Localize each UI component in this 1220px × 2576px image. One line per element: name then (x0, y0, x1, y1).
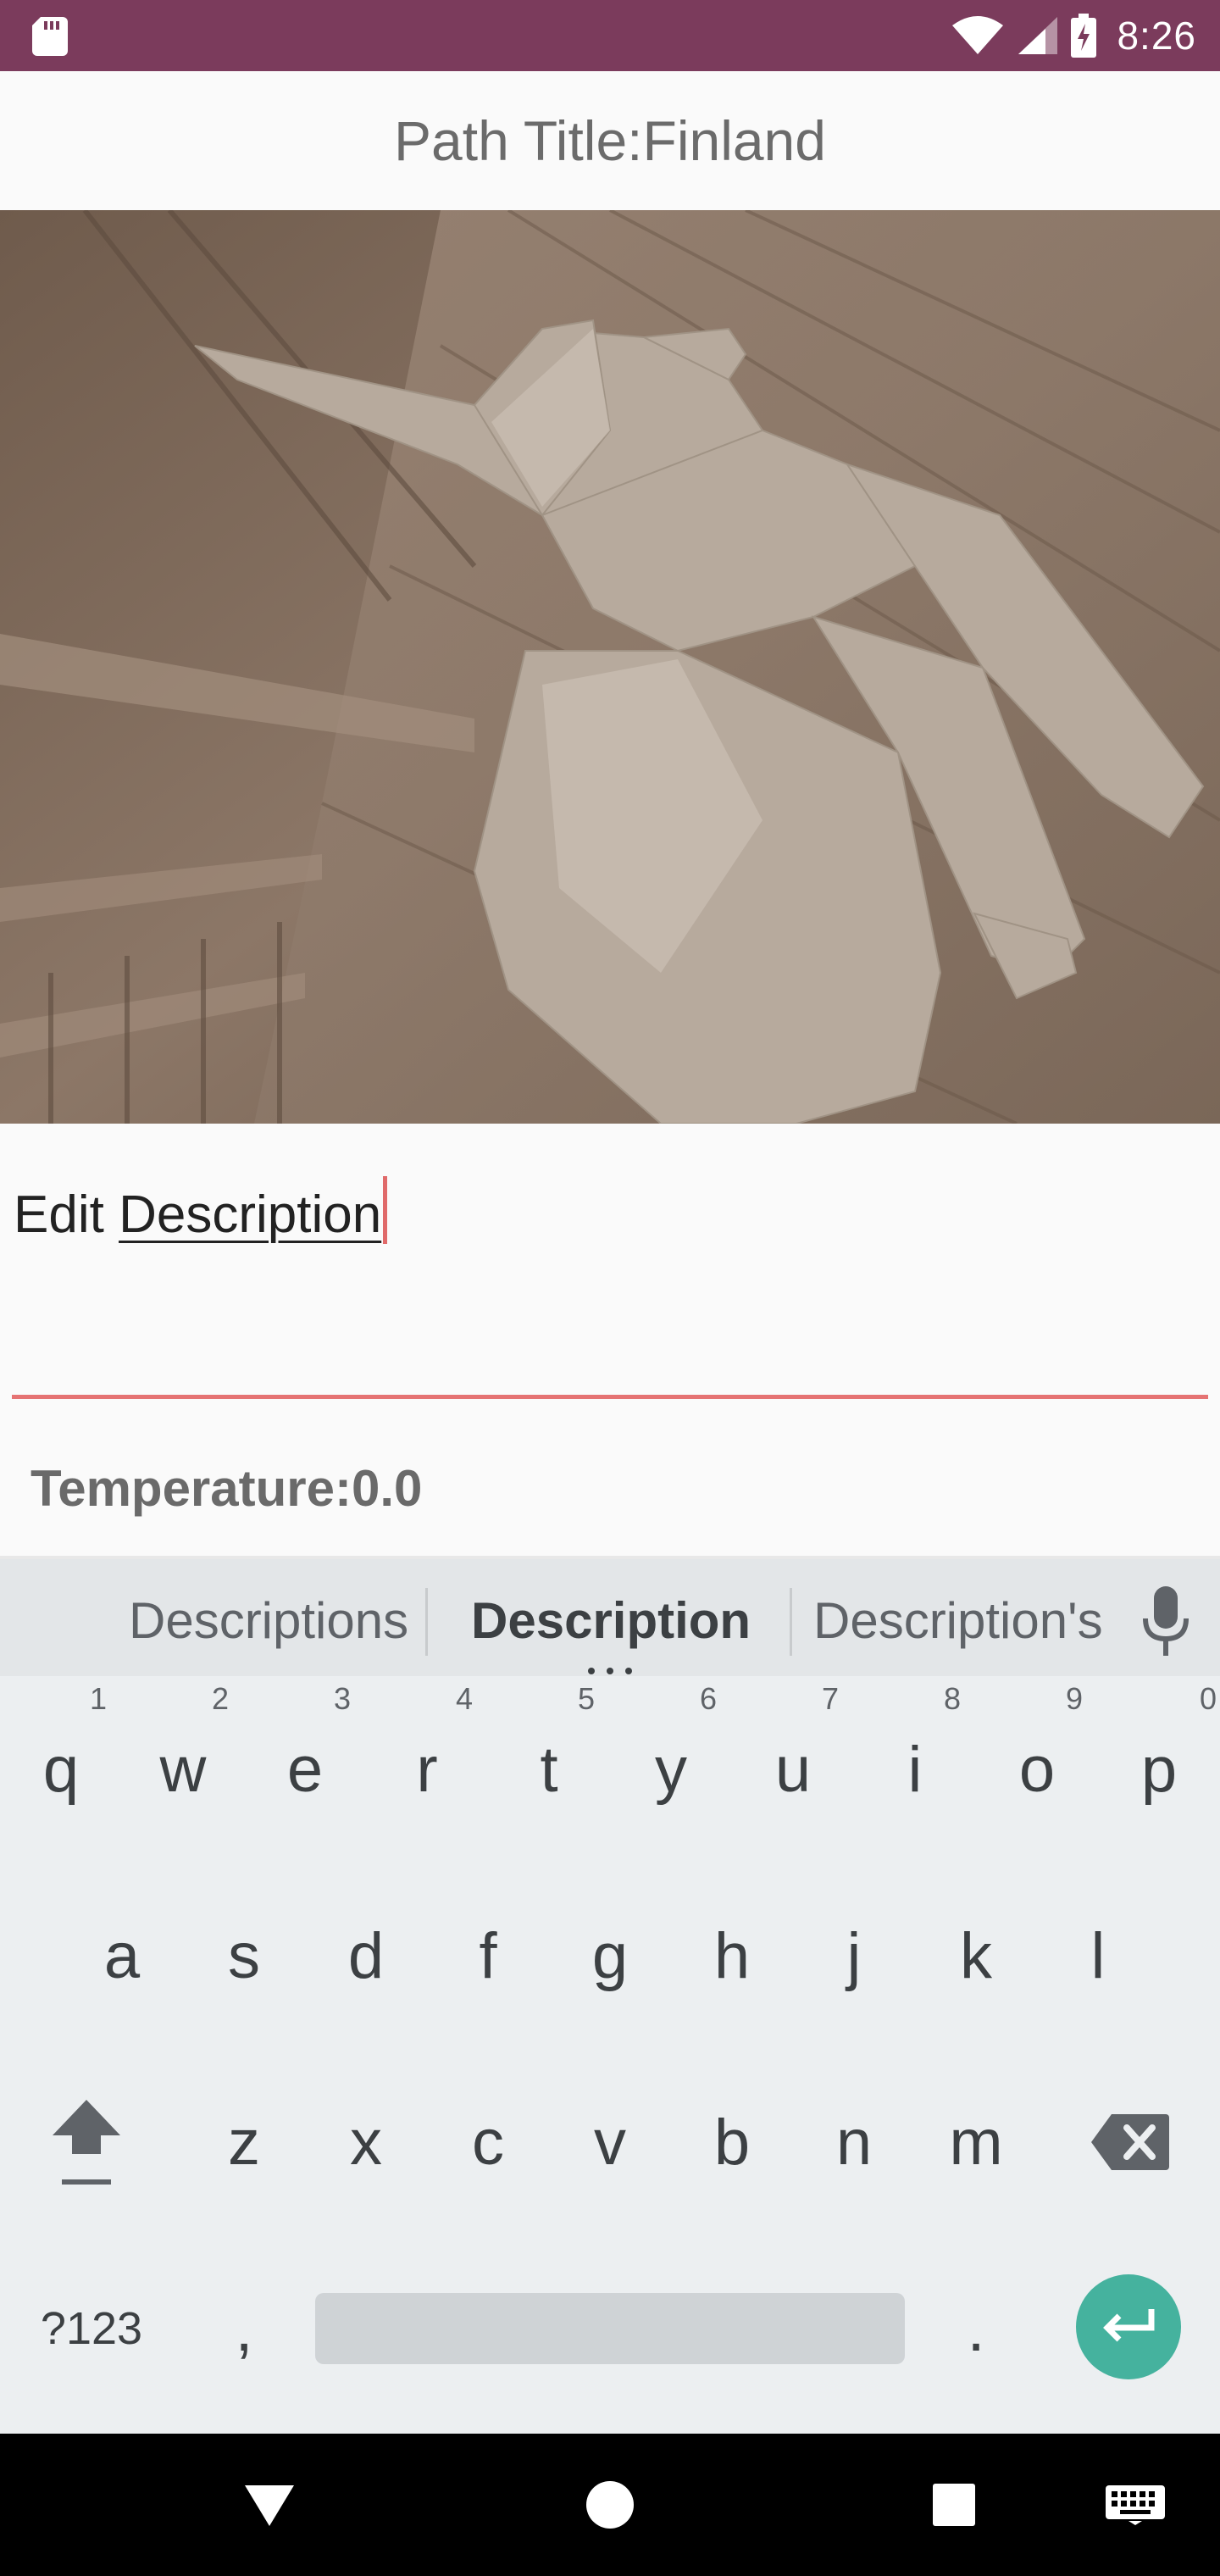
key-a[interactable]: a (61, 1863, 183, 2049)
back-button[interactable] (227, 2434, 312, 2576)
suggestion-left[interactable]: Descriptions (129, 1591, 408, 1650)
key-z[interactable]: z (183, 2049, 305, 2235)
home-circle-icon (586, 2481, 634, 2529)
soft-keyboard: Descriptions Description Description's q… (0, 1556, 1220, 2434)
key-r[interactable]: r4 (366, 1676, 488, 1863)
key-n[interactable]: n (793, 2049, 915, 2235)
key-s[interactable]: s (183, 1863, 305, 2049)
suggestion-divider (425, 1588, 428, 1656)
backspace-icon (1091, 2114, 1169, 2170)
key-i[interactable]: i8 (854, 1676, 976, 1863)
key-p[interactable]: p0 (1098, 1676, 1220, 1863)
key-u[interactable]: u7 (732, 1676, 854, 1863)
key-j[interactable]: j (793, 1863, 915, 2049)
key-t[interactable]: t5 (488, 1676, 610, 1863)
key-b[interactable]: b (671, 2049, 793, 2235)
key-l[interactable]: l (1037, 1863, 1159, 2049)
suggestion-center[interactable]: Description (471, 1591, 751, 1650)
key-o[interactable]: o9 (976, 1676, 1098, 1863)
more-suggestions-icon (588, 1668, 632, 1674)
key-period[interactable]: . (915, 2235, 1037, 2422)
microphone-icon[interactable] (1142, 1586, 1190, 1657)
clock: 8:26 (1117, 14, 1196, 58)
description-input[interactable]: Edit Description (12, 1141, 1208, 1259)
suggestion-strip: Descriptions Description Description's (0, 1556, 1220, 1676)
key-h[interactable]: h (671, 1863, 793, 2049)
space-key[interactable] (315, 2293, 905, 2364)
key-y[interactable]: y6 (610, 1676, 732, 1863)
symbols-key[interactable]: ?123 (30, 2235, 152, 2422)
keyboard-switch-button[interactable] (1093, 2434, 1178, 2576)
description-word: Description (119, 1185, 382, 1244)
keyboard-icon (1106, 2485, 1165, 2525)
page-title: Path Title:Finland (394, 109, 826, 172)
key-e[interactable]: e3 (244, 1676, 366, 1863)
suggestion-divider (790, 1588, 792, 1656)
suggestion-right[interactable]: Description's (813, 1591, 1103, 1650)
temperature-label: Temperature:0.0 (30, 1460, 423, 1517)
key-row-2: a s d f g h j k l (0, 1863, 1220, 2049)
key-row-3: z x c v b n m (0, 2049, 1220, 2235)
details-section: Edit Description Temperature:0.0 (0, 1124, 1220, 1556)
wifi-icon (952, 16, 1004, 54)
recents-button[interactable] (912, 2434, 996, 2576)
path-image (0, 210, 1220, 1124)
key-w[interactable]: w2 (122, 1676, 244, 1863)
key-m[interactable]: m (915, 2049, 1037, 2235)
description-prefix: Edit (14, 1185, 119, 1244)
signal-icon (1018, 17, 1058, 54)
description-underline (12, 1395, 1208, 1399)
key-k[interactable]: k (915, 1863, 1037, 2049)
key-x[interactable]: x (305, 2049, 427, 2235)
enter-key[interactable] (1076, 2274, 1181, 2379)
sd-card-icon (32, 17, 68, 56)
backspace-key[interactable] (1069, 2049, 1191, 2235)
system-nav-bar (0, 2434, 1220, 2576)
shift-key[interactable] (25, 2049, 147, 2235)
enter-icon (1103, 2309, 1155, 2342)
shift-icon (53, 2100, 120, 2185)
key-v[interactable]: v (549, 2049, 671, 2235)
key-q[interactable]: q1 (0, 1676, 122, 1863)
key-d[interactable]: d (305, 1863, 427, 2049)
status-bar: 8:26 (0, 0, 1220, 71)
text-caret (383, 1176, 388, 1244)
app-bar: Path Title:Finland (0, 71, 1220, 210)
key-f[interactable]: f (427, 1863, 549, 2049)
key-row-1: q1 w2 e3 r4 t5 y6 u7 i8 o9 p0 (0, 1676, 1220, 1863)
recents-square-icon (933, 2484, 975, 2526)
key-comma[interactable]: , (183, 2235, 305, 2422)
scene-render (0, 210, 1220, 1124)
back-triangle-icon (245, 2485, 294, 2526)
key-g[interactable]: g (549, 1863, 671, 2049)
home-button[interactable] (568, 2434, 652, 2576)
battery-icon (1071, 14, 1097, 58)
key-c[interactable]: c (427, 2049, 549, 2235)
